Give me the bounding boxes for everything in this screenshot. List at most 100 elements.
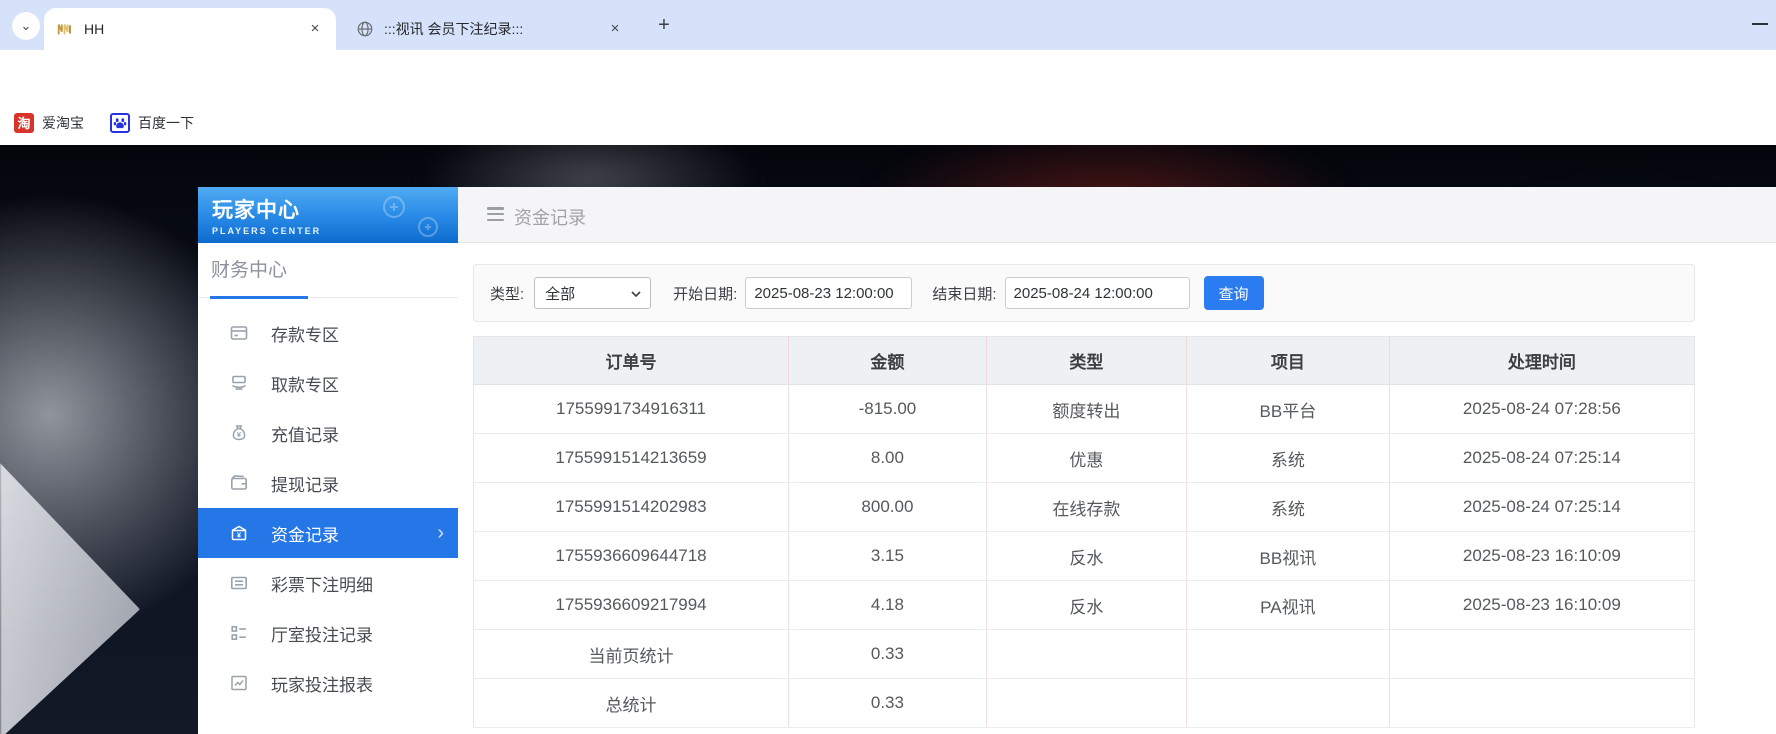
bookmark-label: 爱淘宝 — [42, 113, 84, 133]
sidebar-item-player-bet-report[interactable]: 玩家投注报表 — [198, 658, 458, 708]
sidebar-item-label: 充值记录 — [271, 421, 339, 446]
funds-record-icon: ¥ — [229, 523, 249, 543]
chevron-down-icon — [630, 287, 642, 299]
table-cell: 0.33 — [789, 630, 987, 679]
tab-search-button[interactable]: ⌄ — [12, 12, 40, 40]
withdraw-icon — [229, 373, 249, 393]
player-center-sidebar: 玩家中心 PLAYERS CENTER 财务中心 存款专区取款专区¥充值记录提现… — [198, 187, 458, 734]
type-select-value: 全部 — [545, 283, 575, 304]
column-header: 项目 — [1187, 337, 1390, 385]
hh-gold-icon — [56, 20, 74, 38]
table-cell: 2025-08-24 07:28:56 — [1389, 385, 1694, 434]
window-minimize-button[interactable] — [1752, 23, 1768, 25]
table-row: 当前页统计0.33 — [474, 630, 1695, 679]
type-label: 类型: — [490, 283, 524, 304]
sidebar-item-lottery-bet-detail[interactable]: 彩票下注明细 — [198, 558, 458, 608]
column-header: 订单号 — [474, 337, 789, 385]
tab-hh[interactable]: HH × — [44, 8, 336, 50]
end-date-label: 结束日期: — [932, 283, 996, 304]
filter-bar: 类型: 全部 开始日期: 结束日期: 查询 — [473, 264, 1695, 322]
type-select[interactable]: 全部 — [534, 277, 651, 309]
tab-video-records[interactable]: :::视讯 会员下注纪录::: × — [344, 8, 636, 50]
sidebar-item-label: 提现记录 — [271, 471, 339, 496]
chevron-right-icon: › — [437, 523, 444, 543]
taobao-icon: 淘 — [14, 113, 34, 133]
bookmarks-bar: 淘 爱淘宝 百度一下 — [0, 100, 1776, 145]
table-cell: BB平台 — [1187, 385, 1390, 434]
sidebar-item-recharge-record[interactable]: ¥充值记录 — [198, 408, 458, 458]
table-cell: 1755991514202983 — [474, 483, 789, 532]
sidebar-item-withdraw-zone[interactable]: 取款专区 — [198, 358, 458, 408]
sidebar-item-label: 取款专区 — [271, 371, 339, 396]
table-cell: 在线存款 — [986, 483, 1186, 532]
table-cell: 4.18 — [789, 581, 987, 630]
main-panel: 资金记录 类型: 全部 开始日期: 结束日期: 查询 订单号金额类型项目处理时间… — [458, 187, 1776, 734]
bookmark-baidu[interactable]: 百度一下 — [110, 113, 194, 133]
table-cell — [1187, 679, 1390, 728]
table-header-row: 订单号金额类型项目处理时间 — [474, 337, 1695, 385]
gamepad-icon — [376, 193, 446, 241]
table-cell: 总统计 — [474, 679, 789, 728]
bookmark-label: 百度一下 — [138, 113, 194, 133]
page-title: 资金记录 — [514, 204, 586, 230]
table-cell — [1389, 630, 1694, 679]
sidebar-item-label: 厅室投注记录 — [271, 621, 373, 646]
withdraw-record-icon — [229, 473, 249, 493]
table-cell — [986, 679, 1186, 728]
table-cell: BB视讯 — [1187, 532, 1390, 581]
table-row: 总统计0.33 — [474, 679, 1695, 728]
table-cell: 1755936609217994 — [474, 581, 789, 630]
baidu-paw-icon — [110, 113, 130, 133]
table-cell: 2025-08-24 07:25:14 — [1389, 434, 1694, 483]
table-cell: 系统 — [1187, 434, 1390, 483]
table-cell: 优惠 — [986, 434, 1186, 483]
search-button[interactable]: 查询 — [1204, 276, 1264, 310]
column-header: 类型 — [986, 337, 1186, 385]
new-tab-button[interactable]: + — [652, 14, 676, 38]
table-row: 1755991734916311-815.00额度转出BB平台2025-08-2… — [474, 385, 1695, 434]
sidebar-menu: 存款专区取款专区¥充值记录提现记录¥资金记录›彩票下注明细厅室投注记录玩家投注报… — [198, 308, 458, 708]
table-cell: 1755991734916311 — [474, 385, 789, 434]
sidebar-item-hall-bet-record[interactable]: 厅室投注记录 — [198, 608, 458, 658]
table-cell: 0.33 — [789, 679, 987, 728]
start-date-input[interactable] — [745, 277, 912, 309]
deposit-icon — [229, 323, 249, 343]
table-row: 1755991514202983800.00在线存款系统2025-08-24 0… — [474, 483, 1695, 532]
table-cell — [1187, 630, 1390, 679]
table-body: 1755991734916311-815.00额度转出BB平台2025-08-2… — [474, 385, 1695, 728]
table-cell: 2025-08-24 07:25:14 — [1389, 483, 1694, 532]
table-cell: 1755991514213659 — [474, 434, 789, 483]
table-row: 17559915142136598.00优惠系统2025-08-24 07:25… — [474, 434, 1695, 483]
table-cell: 反水 — [986, 581, 1186, 630]
browser-toolbar: mgm1065.com/hhcp/usercenter.html?iniType… — [0, 50, 1776, 100]
close-icon[interactable]: × — [606, 20, 624, 38]
table-cell: 系统 — [1187, 483, 1390, 532]
hall-bets-icon — [229, 623, 249, 643]
sidebar-section-finance: 财务中心 — [198, 243, 458, 298]
tab-title: HH — [84, 21, 298, 37]
panel-header: 资金记录 — [458, 187, 1776, 243]
table-cell — [1389, 679, 1694, 728]
sidebar-item-withdraw-record[interactable]: 提现记录 — [198, 458, 458, 508]
table-cell: 8.00 — [789, 434, 987, 483]
sidebar-item-deposit-zone[interactable]: 存款专区 — [198, 308, 458, 358]
table-cell: PA视讯 — [1187, 581, 1390, 630]
sidebar-item-label: 玩家投注报表 — [271, 671, 373, 696]
browser-tab-strip: ⌄ HH × :::视讯 会员下注纪录::: × + — [0, 0, 1776, 50]
table-cell: 1755936609644718 — [474, 532, 789, 581]
end-date-input[interactable] — [1005, 277, 1190, 309]
close-icon[interactable]: × — [306, 20, 324, 38]
sidebar-item-funds-record[interactable]: ¥资金记录› — [198, 508, 458, 558]
table-cell: 800.00 — [789, 483, 987, 532]
bookmark-aitaobao[interactable]: 淘 爱淘宝 — [14, 113, 84, 133]
start-date-label: 开始日期: — [673, 283, 737, 304]
table-row: 17559366092179944.18反水PA视讯2025-08-23 16:… — [474, 581, 1695, 630]
menu-toggle-icon[interactable] — [487, 207, 504, 221]
table-cell: 当前页统计 — [474, 630, 789, 679]
sidebar-item-label: 彩票下注明细 — [271, 571, 373, 596]
table-cell: 反水 — [986, 532, 1186, 581]
globe-icon — [356, 20, 374, 38]
column-header: 处理时间 — [1389, 337, 1694, 385]
tab-title: :::视讯 会员下注纪录::: — [384, 19, 598, 39]
player-report-icon — [229, 673, 249, 693]
